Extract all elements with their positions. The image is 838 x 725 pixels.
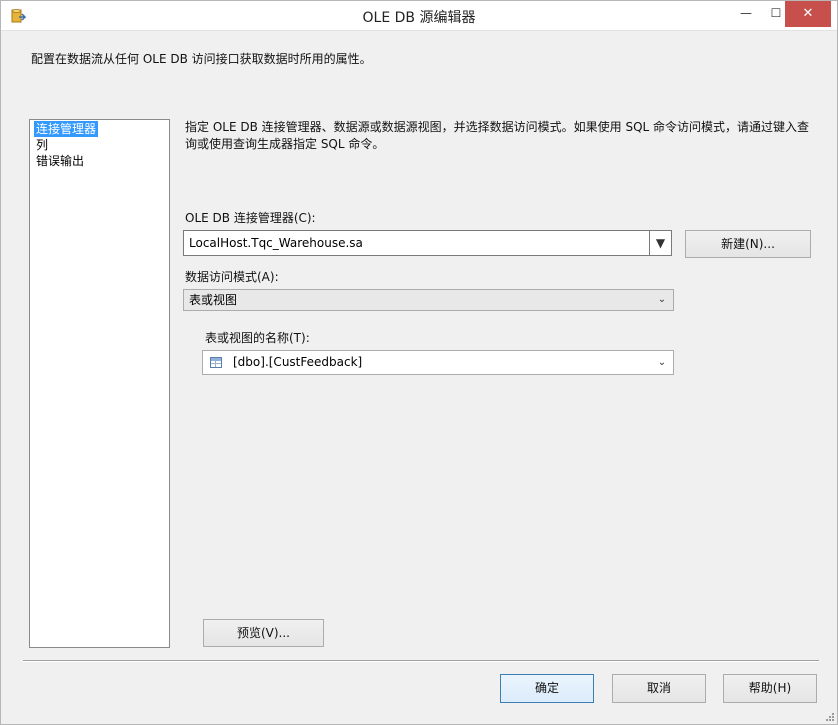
- close-button[interactable]: ✕: [785, 1, 831, 27]
- chevron-down-icon[interactable]: ⌄: [651, 351, 673, 374]
- resize-grip-icon[interactable]: [825, 712, 835, 722]
- instructions-text: 指定 OLE DB 连接管理器、数据源或数据源视图，并选择数据访问模式。如果使用…: [185, 120, 810, 151]
- chevron-down-icon[interactable]: ⌄: [651, 290, 673, 310]
- nav-item-columns[interactable]: 列: [34, 137, 50, 153]
- access-mode-select[interactable]: 表或视图 ⌄: [183, 289, 674, 311]
- title-bar[interactable]: OLE DB 源编辑器 — ☐ ✕: [1, 1, 837, 31]
- ok-button[interactable]: 确定: [500, 674, 594, 703]
- nav-item-error-output[interactable]: 错误输出: [34, 153, 86, 169]
- table-name-value: [dbo].[CustFeedback]: [233, 355, 363, 369]
- page-navigation-list[interactable]: 连接管理器 列 错误输出: [29, 119, 170, 648]
- access-mode-value: 表或视图: [189, 293, 238, 307]
- window-title: OLE DB 源编辑器: [362, 10, 476, 26]
- chevron-down-icon[interactable]: ▼: [649, 231, 671, 255]
- access-mode-label: 数据访问模式(A):: [185, 270, 279, 284]
- cancel-button[interactable]: 取消: [612, 674, 706, 703]
- connection-manager-label: OLE DB 连接管理器(C):: [185, 211, 316, 225]
- editor-description: 配置在数据流从任何 OLE DB 访问接口获取数据时所用的属性。: [31, 52, 372, 66]
- table-icon: [210, 357, 222, 368]
- table-name-label: 表或视图的名称(T):: [205, 331, 310, 345]
- connection-manager-value: LocalHost.Tqc_Warehouse.sa: [189, 236, 363, 250]
- connection-manager-combo[interactable]: LocalHost.Tqc_Warehouse.sa ▼: [183, 230, 672, 256]
- minimize-button[interactable]: —: [731, 1, 761, 27]
- help-button[interactable]: 帮助(H): [723, 674, 817, 703]
- new-connection-button[interactable]: 新建(N)...: [685, 230, 811, 258]
- table-name-select[interactable]: [dbo].[CustFeedback] ⌄: [202, 350, 674, 375]
- preview-button[interactable]: 预览(V)...: [203, 619, 324, 647]
- ole-db-source-editor-window: OLE DB 源编辑器 — ☐ ✕ 配置在数据流从任何 OLE DB 访问接口获…: [0, 0, 838, 725]
- footer-divider: [23, 660, 819, 662]
- nav-item-connection-manager[interactable]: 连接管理器: [34, 121, 99, 137]
